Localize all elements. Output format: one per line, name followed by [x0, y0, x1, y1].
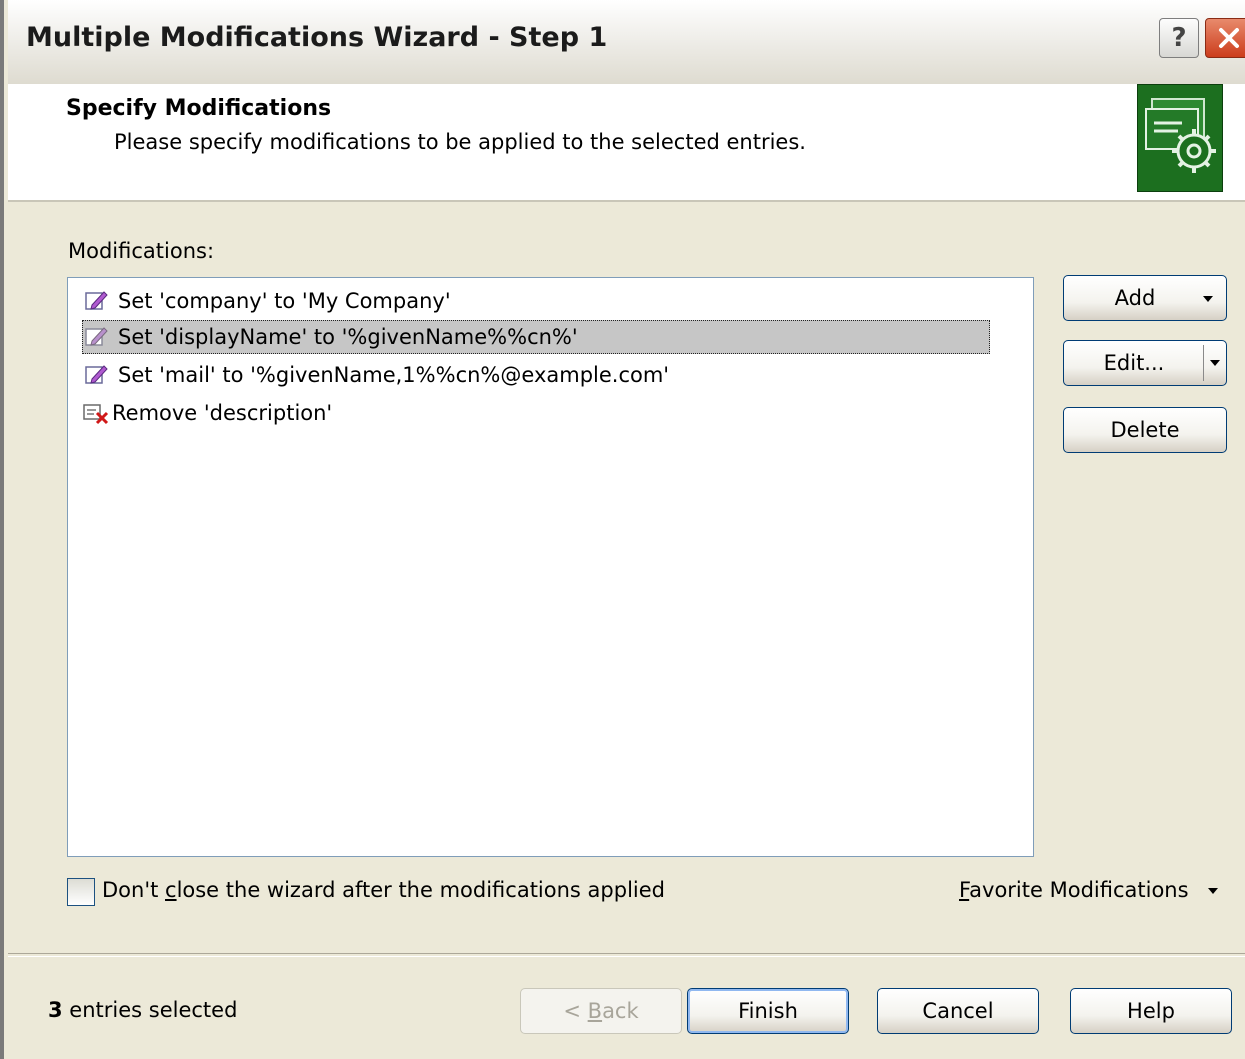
finish-button[interactable]: Finish	[687, 988, 849, 1034]
title-bar[interactable]: Multiple Modifications Wizard - Step 1 ?	[8, 0, 1245, 85]
delete-button-label: Delete	[1110, 418, 1180, 442]
edit-pencil-icon	[82, 361, 110, 389]
list-item-label: Set 'mail' to '%givenName,1%%cn%@example…	[118, 363, 670, 387]
list-item[interactable]: Set 'mail' to '%givenName,1%%cn%@example…	[82, 358, 669, 392]
back-label: ack	[602, 999, 639, 1023]
help-label: Help	[1127, 999, 1175, 1023]
dont-close-label[interactable]: Don't close the wizard after the modific…	[102, 878, 665, 902]
add-button[interactable]: Add	[1063, 275, 1227, 321]
title-close-button[interactable]	[1205, 18, 1245, 58]
modifications-label: Modifications:	[68, 239, 215, 263]
cancel-label: Cancel	[922, 999, 994, 1023]
wizard-gear-icon	[1137, 84, 1223, 192]
delete-button[interactable]: Delete	[1063, 407, 1227, 453]
list-item[interactable]: Remove 'description'	[82, 396, 332, 430]
list-item-label: Set 'displayName' to '%givenName%%cn%'	[118, 325, 578, 349]
edit-button-label: Edit...	[1103, 351, 1165, 375]
favorite-modifications-menu[interactable]: Favorite Modifications	[959, 878, 1219, 902]
edit-dropdown-arrow[interactable]	[1203, 345, 1226, 381]
list-item-label: Remove 'description'	[112, 401, 333, 425]
close-icon	[1219, 28, 1239, 48]
list-item-label: Set 'company' to 'My Company'	[118, 289, 451, 313]
selected-count: 3	[48, 998, 63, 1022]
back-prefix: <	[563, 999, 588, 1023]
favorites-mnemonic: F	[959, 878, 970, 902]
back-mnemonic: B	[587, 999, 603, 1023]
window-title: Multiple Modifications Wizard - Step 1	[26, 22, 608, 53]
footer-divider	[8, 953, 1245, 957]
edit-button[interactable]: Edit...	[1063, 340, 1227, 386]
title-help-button[interactable]: ?	[1159, 18, 1199, 58]
help-question-icon: ?	[1171, 23, 1187, 53]
add-button-label: Add	[1114, 286, 1156, 310]
list-item[interactable]: Set 'company' to 'My Company'	[82, 284, 451, 318]
step-title: Specify Modifications	[66, 96, 332, 121]
wizard-header: Specify Modifications Please specify mod…	[8, 84, 1245, 202]
finish-label: Finish	[738, 999, 798, 1023]
dont-close-checkbox[interactable]	[67, 878, 95, 906]
selection-status: 3 entries selected	[48, 998, 237, 1022]
back-button[interactable]: < Back	[520, 988, 682, 1034]
edit-pencil-icon	[82, 287, 110, 315]
dont-close-text-b: lose the wizard after the modifications …	[176, 878, 665, 902]
chevron-down-icon	[1210, 360, 1220, 366]
step-description: Please specify modifications to be appli…	[114, 130, 806, 154]
favorites-label: avorite Modifications	[969, 878, 1189, 902]
remove-attribute-icon	[82, 399, 110, 427]
modifications-list[interactable]: Set 'company' to 'My Company' Set 'displ…	[67, 277, 1034, 857]
help-button[interactable]: Help	[1070, 988, 1232, 1034]
edit-pencil-icon	[82, 323, 110, 351]
chevron-down-icon	[1203, 296, 1213, 302]
dont-close-text-a: Don't	[102, 878, 166, 902]
chevron-down-icon	[1208, 888, 1219, 894]
selected-count-text: entries selected	[62, 998, 238, 1022]
dont-close-mnemonic: c	[165, 878, 177, 902]
wizard-window: Multiple Modifications Wizard - Step 1 ?…	[0, 0, 1245, 1059]
cancel-button[interactable]: Cancel	[877, 988, 1039, 1034]
list-item-selected[interactable]: Set 'displayName' to '%givenName%%cn%'	[82, 320, 990, 354]
